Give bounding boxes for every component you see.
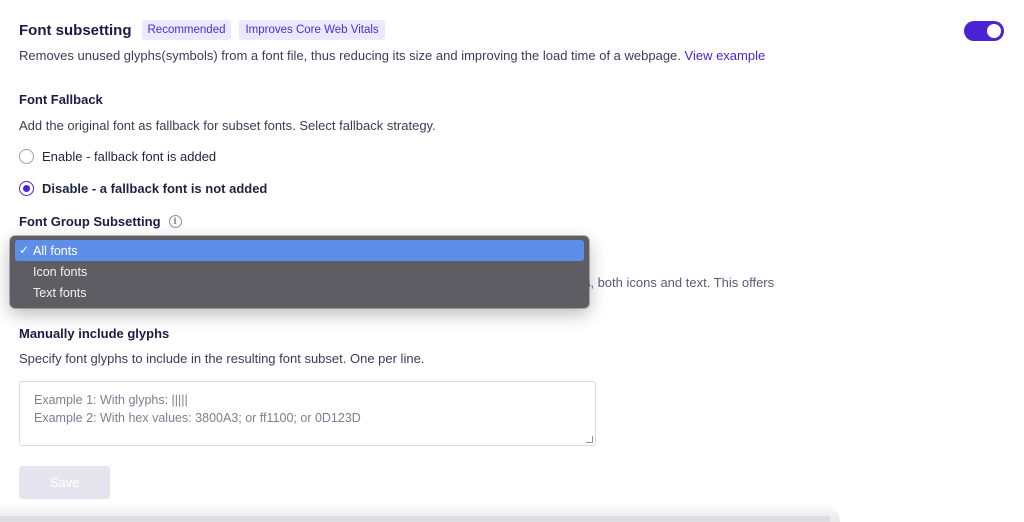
font-group-dropdown-menu[interactable]: ✓ All fonts Icon fonts Text fonts xyxy=(10,236,589,308)
manual-glyphs-description: Specify font glyphs to include in the re… xyxy=(19,351,425,366)
option-label: Text fonts xyxy=(33,285,87,300)
recommended-badge: Recommended xyxy=(141,20,232,40)
section-description: Removes unused glyphs(symbols) from a fo… xyxy=(19,48,765,63)
toggle-knob xyxy=(987,24,1001,38)
option-label: Icon fonts xyxy=(33,264,88,279)
dropdown-option-icon-fonts[interactable]: Icon fonts xyxy=(15,261,584,282)
option-label: All fonts xyxy=(33,243,78,258)
radio-label: Disable - a fallback font is not added xyxy=(42,181,268,196)
font-group-subsetting-title: Font Group Subsetting i xyxy=(19,214,182,229)
radio-button[interactable] xyxy=(19,149,34,164)
radio-button[interactable] xyxy=(19,181,34,196)
radio-disable-fallback[interactable]: Disable - a fallback font is not added xyxy=(19,181,267,196)
section-header: Font subsetting Recommended Improves Cor… xyxy=(19,20,385,40)
save-button[interactable]: Save xyxy=(19,466,110,499)
dropdown-option-text-fonts[interactable]: Text fonts xyxy=(15,282,584,303)
font-fallback-title: Font Fallback xyxy=(19,92,103,107)
font-fallback-description: Add the original font as fallback for su… xyxy=(19,118,436,133)
view-example-link[interactable]: View example xyxy=(685,48,766,63)
placeholder-line: Example 1: With glyphs: ||||| xyxy=(34,393,188,407)
description-text: Removes unused glyphs(symbols) from a fo… xyxy=(19,48,685,63)
bottom-divider xyxy=(0,516,830,522)
check-icon: ✓ xyxy=(19,243,30,257)
group-title-label: Font Group Subsetting xyxy=(19,214,161,229)
dropdown-option-all-fonts[interactable]: ✓ All fonts xyxy=(15,240,584,261)
radio-enable-fallback[interactable]: Enable - fallback font is added xyxy=(19,149,216,164)
radio-label: Enable - fallback font is added xyxy=(42,149,217,164)
group-description-partial: t files, both icons and text. This offer… xyxy=(560,275,775,290)
placeholder-line: Example 2: With hex values: 3800A3; or f… xyxy=(34,411,361,425)
glyphs-textarea[interactable]: Example 1: With glyphs: ||||| Example 2:… xyxy=(19,381,596,446)
core-web-vitals-badge: Improves Core Web Vitals xyxy=(239,20,385,40)
font-subsetting-toggle[interactable] xyxy=(964,21,1004,41)
manual-glyphs-title: Manually include glyphs xyxy=(19,326,170,341)
info-icon[interactable]: i xyxy=(168,215,182,228)
resize-handle-icon[interactable] xyxy=(586,436,593,443)
section-title: Font subsetting xyxy=(19,21,132,39)
